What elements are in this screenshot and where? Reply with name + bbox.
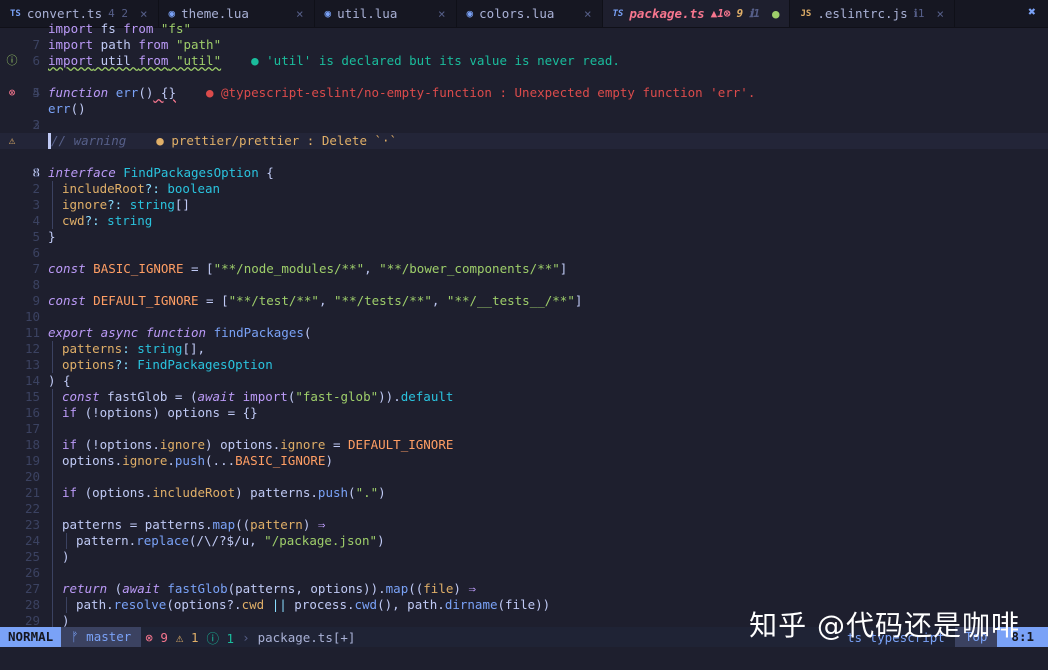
- code-line[interactable]: 19 if (!options.ignore) options.ignore =…: [0, 437, 1048, 468]
- tab-label: theme.lua: [181, 6, 249, 21]
- code-line[interactable]: 21: [0, 469, 1048, 500]
- code-line[interactable]: ⊗ 3 function err() {} ● @typescript-eslin…: [0, 85, 1048, 132]
- chevron-right-icon: ›: [242, 629, 250, 645]
- code-line[interactable]: 11: [0, 309, 1048, 340]
- code-line[interactable]: 20 options.ignore.push(...BASIC_IGNORE): [0, 453, 1048, 484]
- code-line[interactable]: 7 import fs from "fs": [0, 21, 1048, 52]
- tab-badge: ℹ1: [913, 7, 925, 20]
- error-count-badge: ▲1⊗: [710, 7, 731, 20]
- git-branch[interactable]: ᚠ master: [61, 627, 142, 647]
- code-line[interactable]: 7: [0, 245, 1048, 276]
- warning-sign-icon: ⚠: [8, 134, 16, 147]
- modified-dot-icon: ●: [771, 6, 780, 21]
- lua-icon: ◉: [324, 7, 332, 20]
- code-line[interactable]: 28 return (await fastGlob(patterns, opti…: [0, 581, 1048, 612]
- close-icon[interactable]: ×: [140, 6, 148, 21]
- code-line[interactable]: 15 ) {: [0, 373, 1048, 404]
- javascript-icon: JS: [800, 8, 812, 19]
- code-line[interactable]: 16 const fastGlob = (await import("fast-…: [0, 389, 1048, 420]
- tab-label: util.lua: [337, 6, 398, 21]
- tab-label: colors.lua: [479, 6, 555, 21]
- mode-indicator: NORMAL: [0, 627, 62, 647]
- code-line[interactable]: 13 patterns: string[],: [0, 341, 1048, 372]
- tab-label: convert.ts: [26, 6, 103, 21]
- error-count[interactable]: ⊗ 9: [141, 630, 172, 645]
- file-name: package.ts[+]: [257, 629, 356, 645]
- code-line[interactable]: 2 err(): [0, 101, 1048, 132]
- tab-badge: 4 2: [108, 7, 128, 20]
- code-line[interactable]: 6 }: [0, 229, 1048, 260]
- code-line[interactable]: 6 import path from "path": [0, 37, 1048, 68]
- info-count-badge: ℹ1: [749, 7, 760, 20]
- tab-label: package.ts: [629, 6, 705, 21]
- lua-icon: ◉: [168, 7, 176, 20]
- code-editor[interactable]: 7 import fs from "fs" 6 import path from…: [0, 21, 1048, 627]
- diagnostic-warning: ● prettier/prettier : Delete `·`: [156, 133, 398, 148]
- info-count[interactable]: ⓘ 1: [203, 628, 239, 647]
- code-line[interactable]: 5 cwd?: string: [0, 213, 1048, 244]
- code-line[interactable]: 4 ignore?: string[]: [0, 197, 1048, 228]
- diagnostic-error: ● @typescript-eslint/no-empty-function :…: [205, 85, 756, 100]
- code-line[interactable]: 3 includeRoot?: boolean: [0, 181, 1048, 212]
- code-line[interactable]: 14 options?: FindPackagesOption: [0, 357, 1048, 388]
- code-line-current[interactable]: ⚠ 8 // warning ● prettier/prettier : Dele…: [0, 133, 1048, 180]
- code-line[interactable]: 2 interface FindPackagesOption {: [0, 165, 1048, 196]
- close-icon[interactable]: ×: [936, 6, 944, 21]
- code-line[interactable]: 26 ): [0, 549, 1048, 580]
- warning-count[interactable]: ⚠ 1: [172, 630, 203, 645]
- code-line[interactable]: 27: [0, 565, 1048, 596]
- close-icon[interactable]: ×: [438, 6, 446, 21]
- code-line[interactable]: 10 const DEFAULT_IGNORE = ["**/test/**",…: [0, 293, 1048, 324]
- close-all-icon[interactable]: ✖: [1028, 5, 1036, 20]
- code-line[interactable]: 24 patterns = patterns.map((pattern) ⇒: [0, 517, 1048, 548]
- watermark: 知乎 @代码还是咖啡: [749, 609, 1020, 642]
- command-line[interactable]: [0, 647, 1048, 670]
- code-line[interactable]: 1: [0, 117, 1048, 148]
- close-icon[interactable]: ×: [296, 6, 304, 21]
- code-line[interactable]: 9: [0, 277, 1048, 308]
- typescript-icon: TS: [10, 8, 21, 19]
- diagnostic-info: ● 'util' is declared but its value is ne…: [251, 53, 620, 68]
- code-line[interactable]: 23: [0, 501, 1048, 532]
- tab-label: .eslintrc.js: [817, 6, 908, 21]
- warning-count-badge: 9: [736, 7, 744, 20]
- code-line[interactable]: 12 export async function findPackages(: [0, 325, 1048, 356]
- code-line[interactable]: 1: [0, 149, 1048, 180]
- info-sign-icon: ⓘ: [6, 54, 18, 67]
- code-line[interactable]: 25 pattern.replace(/\/?$/u, "/package.js…: [0, 533, 1048, 564]
- code-line[interactable]: ⓘ 5 import util from "util" ● 'util' is d…: [0, 53, 1048, 100]
- close-icon[interactable]: ×: [584, 6, 592, 21]
- code-line[interactable]: 18: [0, 421, 1048, 452]
- lua-icon: ◉: [466, 7, 474, 20]
- code-line[interactable]: 8 const BASIC_IGNORE = ["**/node_modules…: [0, 261, 1048, 292]
- error-sign-icon: ⊗: [8, 86, 16, 99]
- code-line[interactable]: 17 if (!options) options = {}: [0, 405, 1048, 436]
- code-line[interactable]: 4: [0, 69, 1048, 100]
- typescript-icon: TS: [612, 8, 624, 19]
- code-line[interactable]: 22 if (options.includeRoot) patterns.pus…: [0, 485, 1048, 516]
